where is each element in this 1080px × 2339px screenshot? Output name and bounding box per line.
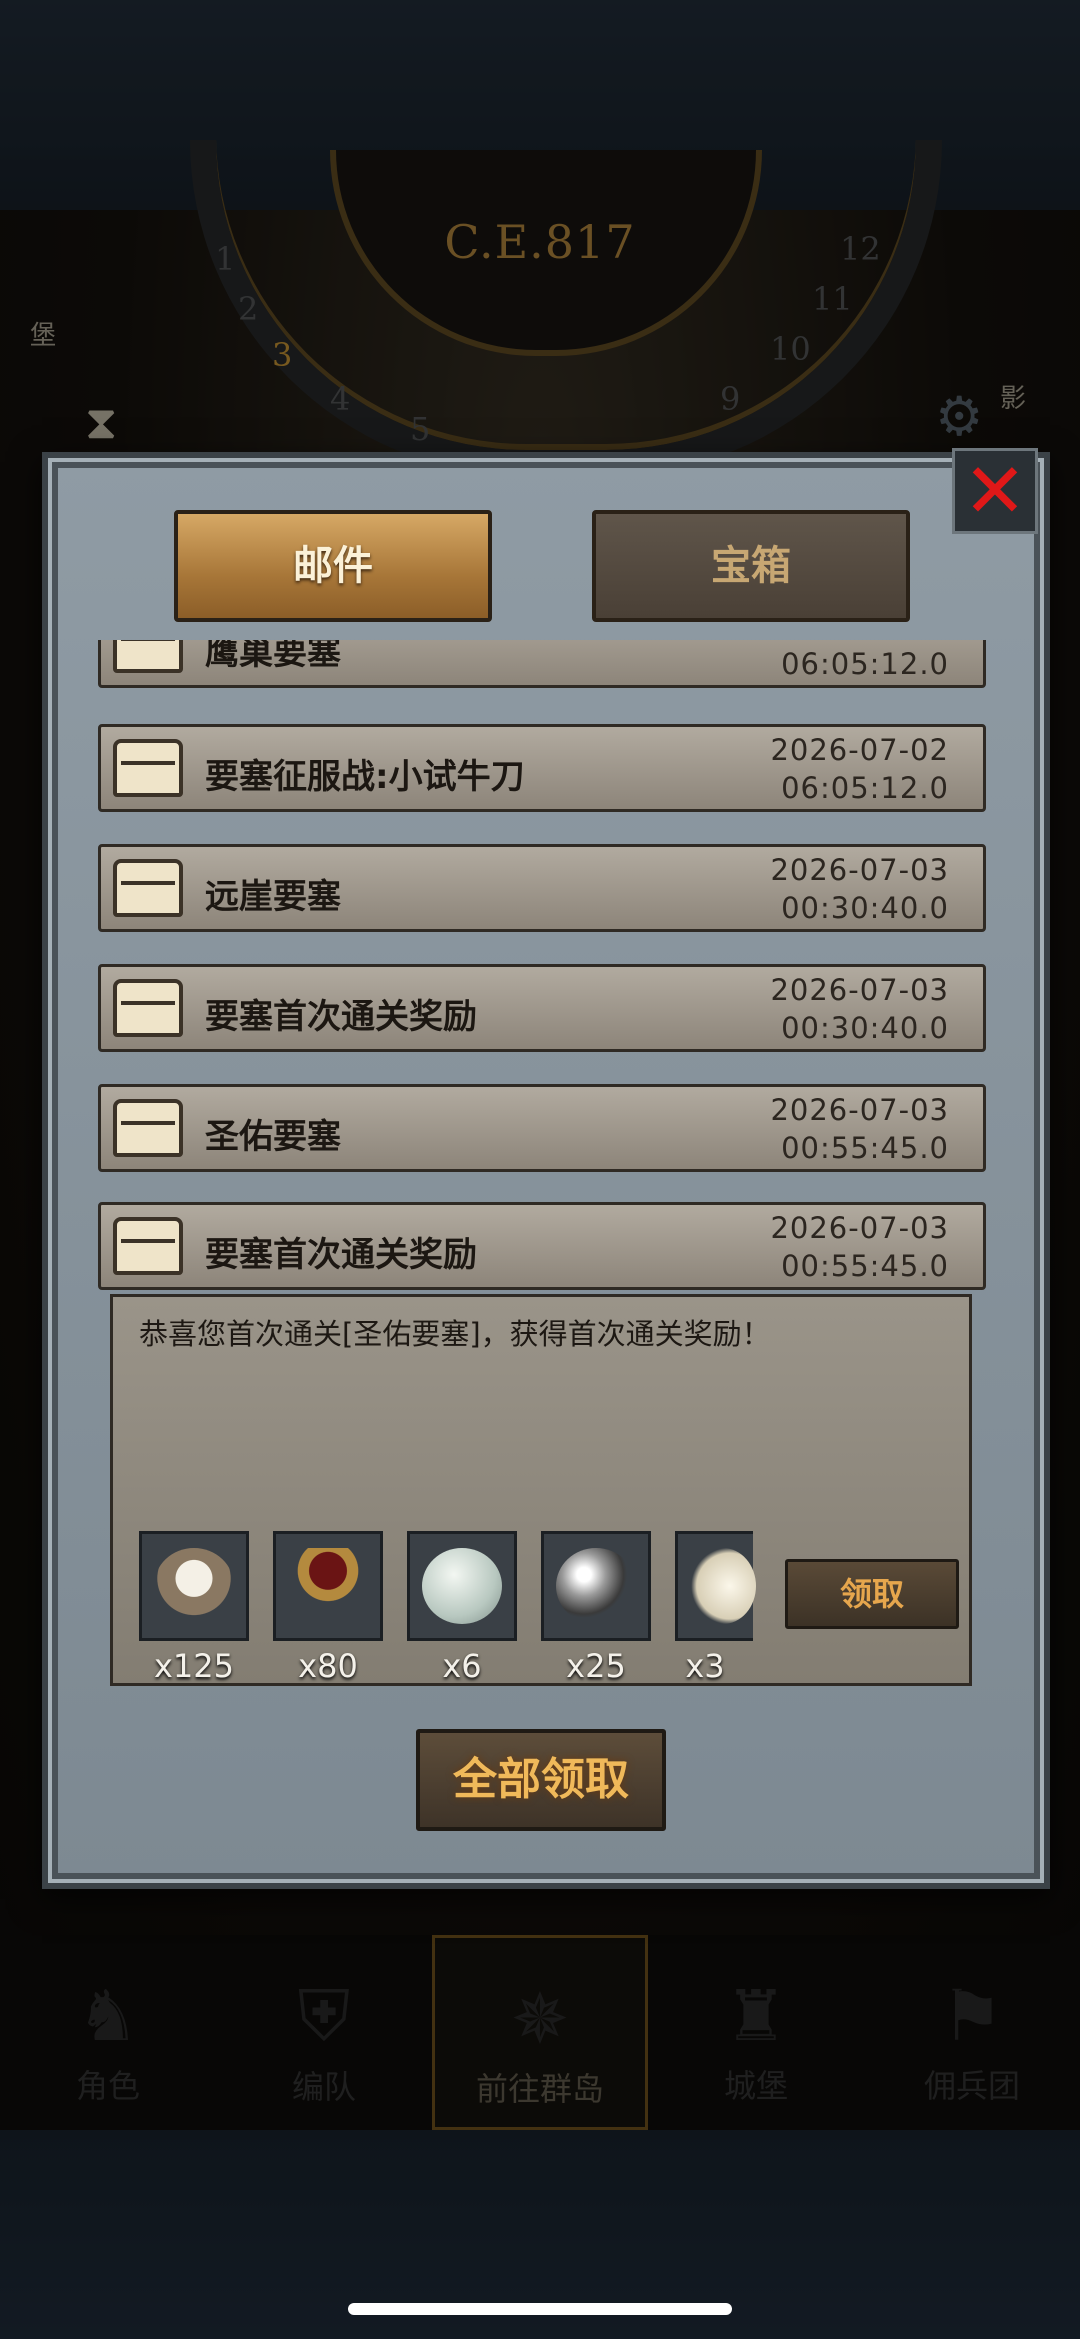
sugar-sack-icon (154, 1548, 234, 1624)
chest-icon (113, 640, 183, 673)
mail-date: 2026-07-03 (770, 853, 949, 887)
reward-count: x3 (685, 1647, 725, 1685)
reward-item[interactable] (541, 1531, 651, 1641)
mail-time: 00:55:45.0 (781, 1131, 949, 1165)
close-button[interactable]: ✕ (952, 448, 1038, 534)
claim-button[interactable]: 领取 (785, 1559, 959, 1629)
mail-title: 要塞首次通关奖励 (205, 997, 477, 1037)
mail-title: 远崖要塞 (205, 877, 341, 917)
mail-title: 圣佑要塞 (205, 1117, 341, 1157)
mail-date: 2026-07-03 (770, 1211, 949, 1245)
mail-date: 2026-07-03 (770, 1093, 949, 1127)
mail-time: 06:05:12.0 (781, 647, 949, 681)
mail-list[interactable]: 鹰巢要塞 06:05:12.0 要塞征服战:小试牛刀 2026-07-02 06… (98, 640, 986, 1290)
chest-icon (113, 859, 183, 917)
chest-icon (113, 739, 183, 797)
chest-icon (113, 1217, 183, 1275)
mail-title: 要塞征服战:小试牛刀 (205, 757, 525, 797)
mail-title: 要塞首次通关奖励 (205, 1235, 477, 1275)
tab-mail[interactable]: 邮件 (174, 510, 492, 622)
salt-pile-icon (690, 1548, 756, 1624)
chest-icon (113, 979, 183, 1037)
mail-row[interactable]: 鹰巢要塞 06:05:12.0 (98, 640, 986, 688)
close-icon: ✕ (963, 446, 1027, 535)
reward-item[interactable] (675, 1531, 756, 1641)
reward-count: x6 (442, 1647, 482, 1685)
mail-title: 鹰巢要塞 (205, 640, 341, 673)
mail-detail: 恭喜您首次通关[圣佑要塞]，获得首次通关奖励！ x125 x80 x6 x25 … (110, 1294, 972, 1686)
mail-row[interactable]: 远崖要塞 2026-07-03 00:30:40.0 (98, 844, 986, 932)
chest-icon (113, 1099, 183, 1157)
home-indicator[interactable] (348, 2303, 732, 2315)
mail-time: 00:55:45.0 (781, 1249, 949, 1283)
reward-item[interactable] (407, 1531, 517, 1641)
mail-row[interactable]: 要塞首次通关奖励 2026-07-03 00:30:40.0 (98, 964, 986, 1052)
reward-count: x80 (298, 1647, 358, 1685)
mail-time: 00:30:40.0 (781, 891, 949, 925)
tab-chest[interactable]: 宝箱 (592, 510, 910, 622)
pebble-icon (422, 1548, 502, 1624)
mail-time: 00:30:40.0 (781, 1011, 949, 1045)
reward-count: x25 (566, 1647, 626, 1685)
goblet-icon (288, 1548, 368, 1624)
silver-ore-icon (556, 1548, 636, 1624)
reward-count: x125 (153, 1647, 234, 1685)
mail-message: 恭喜您首次通关[圣佑要塞]，获得首次通关奖励！ (139, 1317, 771, 1351)
claim-all-button[interactable]: 全部领取 (416, 1729, 666, 1831)
mail-row[interactable]: 要塞征服战:小试牛刀 2026-07-02 06:05:12.0 (98, 724, 986, 812)
reward-item[interactable] (139, 1531, 249, 1641)
mail-row[interactable]: 圣佑要塞 2026-07-03 00:55:45.0 (98, 1084, 986, 1172)
mail-date: 2026-07-02 (770, 733, 949, 767)
mail-row-expanded[interactable]: 要塞首次通关奖励 2026-07-03 00:55:45.0 (98, 1202, 986, 1290)
mail-date: 2026-07-03 (770, 973, 949, 1007)
reward-item[interactable] (273, 1531, 383, 1641)
mail-time: 06:05:12.0 (781, 771, 949, 805)
